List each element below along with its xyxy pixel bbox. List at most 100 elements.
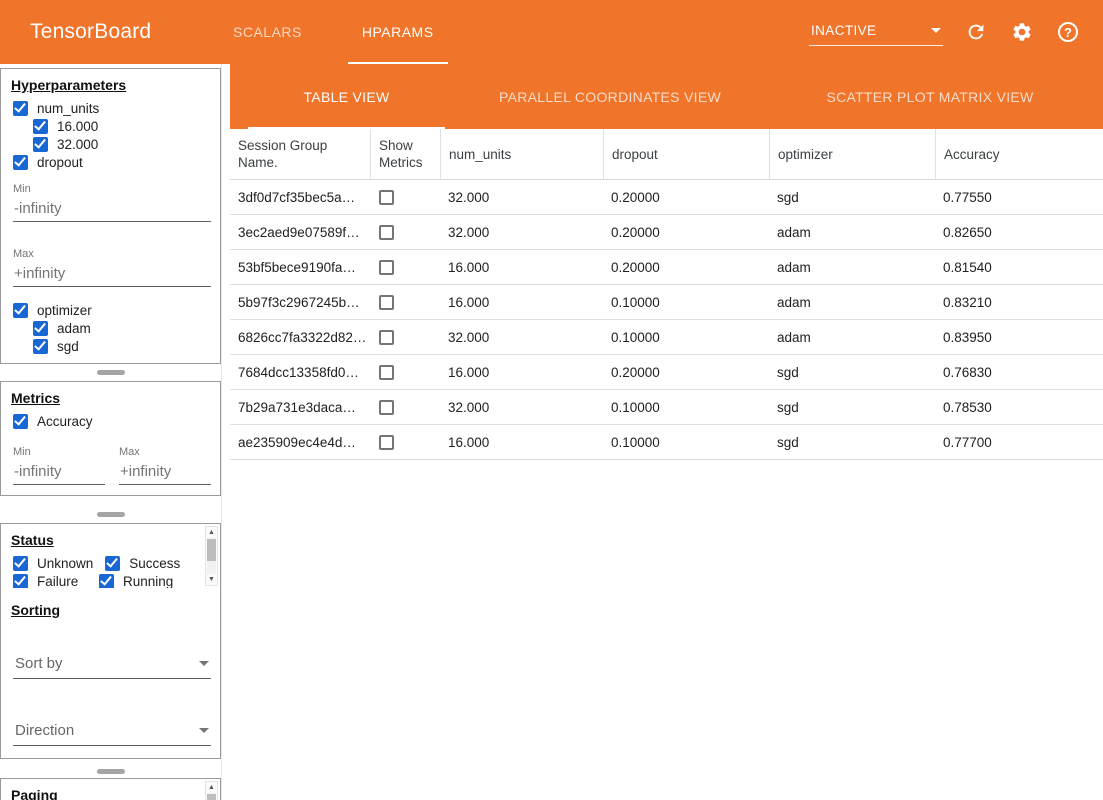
show-metrics-checkbox[interactable] (379, 190, 394, 205)
checkbox-dropout[interactable]: dropout (1, 153, 220, 171)
checked-checkbox-icon (13, 414, 28, 429)
table-header-row: Session Group Name. Show Metrics num_uni… (230, 129, 1103, 180)
scroll-down-icon[interactable]: ▼ (208, 574, 215, 585)
dropdown-arrow-icon (199, 728, 209, 733)
checkbox-status-success[interactable]: Success (93, 554, 180, 572)
checkbox-label: Running (123, 574, 173, 589)
optimizer-cell: adam (769, 330, 935, 345)
optimizer-cell: adam (769, 225, 935, 240)
session-group-name-cell: ae235909ec4e4d… (230, 435, 370, 450)
table-row: 6826cc7fa3322d82… 32.000 0.10000 adam 0.… (230, 320, 1103, 355)
num-units-cell: 16.000 (440, 365, 603, 380)
table-row: ae235909ec4e4d… 16.000 0.10000 sgd 0.777… (230, 425, 1103, 460)
min-label: Min (13, 183, 208, 195)
direction-value: Direction (15, 722, 74, 739)
direction-select[interactable]: Direction (13, 719, 211, 746)
session-group-name-cell: 3df0d7cf35bec5a… (230, 190, 370, 205)
checked-checkbox-icon (33, 321, 48, 336)
refresh-button[interactable] (963, 19, 989, 45)
show-metrics-checkbox[interactable] (379, 365, 394, 380)
checked-checkbox-icon (99, 574, 114, 589)
scrollbar-track[interactable] (207, 538, 216, 574)
scrollbar-track[interactable] (207, 793, 216, 800)
show-metrics-cell (370, 225, 440, 240)
paging-heading: Paging (11, 787, 210, 800)
show-metrics-cell (370, 330, 440, 345)
tab-parallel-coordinates-view[interactable]: PARALLEL COORDINATES VIEW (445, 64, 775, 129)
show-metrics-cell (370, 260, 440, 275)
dropout-cell: 0.20000 (603, 190, 769, 205)
scroll-up-icon[interactable]: ▲ (208, 782, 215, 793)
hyperparameters-heading: Hyperparameters (11, 77, 210, 93)
hyperparameters-section: Hyperparameters num_units 16.000 32.000 … (0, 68, 221, 364)
column-header-accuracy: Accuracy (935, 129, 1103, 179)
checkbox-num-units[interactable]: num_units (1, 99, 220, 117)
resize-handle[interactable] (97, 769, 125, 774)
checkbox-status-running[interactable]: Running (87, 572, 173, 588)
accuracy-cell: 0.77700 (935, 435, 1103, 450)
hparam-max-input[interactable]: +infinity (13, 262, 211, 287)
show-metrics-checkbox[interactable] (379, 295, 394, 310)
checkbox-optimizer[interactable]: optimizer (1, 301, 220, 319)
checkbox-optimizer-adam[interactable]: adam (1, 319, 220, 337)
metrics-heading: Metrics (11, 390, 210, 406)
tab-table-view[interactable]: TABLE VIEW (248, 64, 445, 129)
refresh-icon (965, 21, 987, 43)
settings-button[interactable] (1009, 19, 1035, 45)
show-metrics-checkbox[interactable] (379, 400, 394, 415)
run-status-dropdown[interactable]: INACTIVE (809, 19, 943, 46)
show-metrics-cell (370, 400, 440, 415)
checkbox-accuracy[interactable]: Accuracy (1, 412, 220, 430)
checkbox-num-units-32[interactable]: 32.000 (1, 135, 220, 153)
table-row: 3ec2aed9e07589f… 32.000 0.20000 adam 0.8… (230, 215, 1103, 250)
checkbox-optimizer-sgd[interactable]: sgd (1, 337, 220, 355)
checkbox-label: dropout (37, 155, 83, 170)
min-label: Min (13, 446, 105, 458)
checked-checkbox-icon (33, 137, 48, 152)
tab-scalars[interactable]: SCALARS (203, 0, 332, 64)
checkbox-status-failure[interactable]: Failure (1, 572, 87, 588)
sort-by-select[interactable]: Sort by (13, 652, 211, 679)
scrollbar[interactable]: ▲ (205, 781, 218, 800)
column-header-num-units: num_units (440, 129, 603, 179)
dropout-cell: 0.10000 (603, 295, 769, 310)
sorting-heading: Sorting (11, 602, 210, 618)
checkbox-label: Failure (37, 574, 78, 589)
scrollbar-thumb[interactable] (207, 539, 216, 561)
dropout-cell: 0.10000 (603, 400, 769, 415)
show-metrics-checkbox[interactable] (379, 330, 394, 345)
checkbox-num-units-16[interactable]: 16.000 (1, 117, 220, 135)
metric-min-input[interactable]: -infinity (13, 460, 105, 485)
accuracy-cell: 0.77550 (935, 190, 1103, 205)
tab-scatter-plot-matrix-view[interactable]: SCATTER PLOT MATRIX VIEW (775, 64, 1085, 129)
show-metrics-checkbox[interactable] (379, 225, 394, 240)
show-metrics-checkbox[interactable] (379, 260, 394, 275)
status-sorting-section: Status Unknown Success Failure Running (0, 523, 221, 759)
tab-hparams[interactable]: HPARAMS (332, 0, 464, 64)
scroll-up-icon[interactable]: ▲ (208, 527, 215, 538)
show-metrics-checkbox[interactable] (379, 435, 394, 450)
dropdown-arrow-icon (931, 28, 941, 33)
checkbox-label: Success (129, 556, 180, 571)
resize-handle[interactable] (97, 370, 125, 375)
dropout-cell: 0.10000 (603, 330, 769, 345)
column-header-optimizer: optimizer (769, 129, 935, 179)
optimizer-cell: adam (769, 295, 935, 310)
help-button[interactable]: ? (1055, 19, 1081, 45)
resize-handle[interactable] (97, 512, 125, 517)
optimizer-cell: adam (769, 260, 935, 275)
checkbox-label: num_units (37, 101, 99, 116)
metric-max-input[interactable]: +infinity (119, 460, 211, 485)
checked-checkbox-icon (33, 339, 48, 354)
dropout-cell: 0.10000 (603, 435, 769, 450)
num-units-cell: 32.000 (440, 400, 603, 415)
hparam-min-input[interactable]: -infinity (13, 197, 211, 222)
checkbox-label: 32.000 (57, 137, 98, 152)
column-header-session-group-name: Session Group Name. (230, 129, 370, 179)
checkbox-status-unknown[interactable]: Unknown (1, 554, 93, 572)
sort-by-value: Sort by (15, 655, 63, 672)
scrollbar-thumb[interactable] (207, 794, 216, 800)
accuracy-cell: 0.76830 (935, 365, 1103, 380)
optimizer-cell: sgd (769, 400, 935, 415)
scrollbar[interactable]: ▲ ▼ (205, 526, 218, 586)
